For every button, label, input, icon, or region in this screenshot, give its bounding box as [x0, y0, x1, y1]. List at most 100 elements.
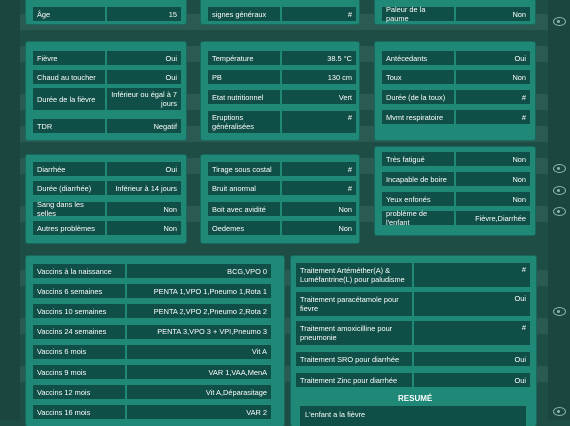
eye-icon[interactable] [553, 307, 566, 316]
field-value[interactable]: VAR 2 [127, 405, 271, 420]
field-value[interactable]: Inférieur ou égal à 7 jours [107, 88, 181, 110]
field-value[interactable]: Oui [414, 292, 530, 316]
field-value[interactable]: Negatif [107, 119, 181, 133]
field-label: Fièvre [33, 51, 105, 65]
field-label: Durée de la fièvre [33, 88, 105, 110]
field-row: Durée (de la toux) # [382, 90, 530, 104]
field-label: Eruptions généralisées [208, 111, 280, 133]
field-row: PB 130 cm [208, 70, 356, 84]
field-row: Diarrhée Oui [33, 162, 181, 176]
field-value[interactable]: Non [107, 202, 181, 216]
field-row: Antécedants Oui [382, 51, 530, 65]
field-row: Traitement paracétamole pour fievre Oui [296, 292, 530, 316]
field-row: Vaccins à la naissance BCG,VPO 0 [33, 264, 271, 278]
field-value[interactable]: Oui [414, 352, 530, 366]
field-value[interactable]: # [456, 90, 530, 104]
field-row: Très fatigué Non [382, 152, 530, 166]
right-sidebar [548, 0, 570, 420]
resume-title: RESUMÉ [398, 394, 433, 403]
field-value[interactable]: 15 [107, 7, 181, 21]
field-value[interactable]: # [282, 181, 356, 195]
field-value[interactable]: PENTA 2,VPO 2,Pneumo 2,Rota 2 [127, 304, 271, 319]
field-label: Incapable de boire [382, 172, 454, 186]
field-value[interactable]: PENTA 3,VPO 3 + VPI,Pneumo 3 [127, 324, 271, 339]
field-label: Mvmt respiratoire [382, 110, 454, 124]
field-label: Traitement Artéméther(A) & Luméfantrine(… [296, 263, 412, 287]
field-label: Vaccins 12 mois [33, 385, 125, 400]
field-row: Traitement amoxicilline pour pneumonie # [296, 321, 530, 345]
field-label: Vaccins 6 semaines [33, 284, 125, 299]
field-value[interactable]: Non [456, 70, 530, 84]
field-value[interactable]: PENTA 1,VPO 1,Pneumo 1,Rota 1 [127, 284, 271, 299]
resume-text: L'enfant a la fièvre [300, 406, 526, 426]
field-row: Température 38.5 °C [208, 51, 356, 65]
field-value[interactable]: Non [456, 152, 530, 166]
field-value[interactable]: Non [456, 7, 530, 21]
field-value[interactable]: Inférieur à 14 jours [107, 181, 181, 195]
field-row: Oedemes Non [208, 221, 356, 235]
field-row: Mvmt respiratoire # [382, 110, 530, 124]
field-value[interactable]: Oui [456, 51, 530, 65]
field-row: Vaccins 12 mois Vit A,Déparasitage [33, 385, 271, 400]
panel-vaccines [26, 256, 284, 426]
eye-icon[interactable] [553, 407, 566, 416]
field-label: Température [208, 51, 280, 65]
field-label: Diarrhée [33, 162, 105, 176]
field-label: Durée (de la toux) [382, 90, 454, 104]
field-row: TDR Negatif [33, 119, 181, 133]
field-label: Vaccins à la naissance [33, 264, 125, 278]
field-label: Sang dans les selles [33, 200, 105, 218]
field-value[interactable]: Non [456, 172, 530, 186]
field-value[interactable]: # [456, 110, 530, 124]
field-row: Eruptions généralisées # [208, 111, 356, 133]
field-label: Traitement Zinc pour diarrhée [296, 373, 412, 387]
field-label: Tirage sous costal [208, 162, 280, 176]
field-value[interactable]: 130 cm [282, 70, 356, 84]
field-label: Très fatigué [382, 152, 454, 166]
eye-icon[interactable] [553, 207, 566, 216]
field-row: Vaccins 9 mois VAR 1,VAA,MenA [33, 365, 271, 379]
field-value[interactable]: Vit A [127, 344, 271, 359]
eye-icon[interactable] [553, 186, 566, 195]
field-row: Incapable de boire Non [382, 172, 530, 186]
field-value[interactable]: # [414, 263, 530, 287]
field-value[interactable]: BCG,VPO 0 [127, 264, 271, 278]
field-value[interactable]: Oui [414, 373, 530, 387]
field-row: Vaccins 6 semaines PENTA 1,VPO 1,Pneumo 1… [33, 284, 271, 299]
field-row: signes généraux # [208, 7, 356, 21]
eye-icon[interactable] [553, 17, 566, 26]
field-value[interactable]: VAR 1,VAA,MenA [127, 365, 271, 379]
field-value[interactable]: # [282, 111, 356, 133]
field-row: Boit avec avidité Non [208, 202, 356, 216]
field-value[interactable]: Oui [107, 162, 181, 176]
field-row: Vaccins 6 mois Vit A [33, 344, 271, 359]
field-value[interactable]: Non [107, 221, 181, 235]
field-row: Bruit anormal # [208, 181, 356, 195]
field-value[interactable]: Non [282, 202, 356, 216]
field-value[interactable]: # [282, 7, 356, 21]
field-label: Vaccins 24 semaines [33, 324, 125, 339]
field-label: Vaccins 6 mois [33, 344, 125, 359]
field-row: Durée de la fièvre Inférieur ou égal à 7 … [33, 88, 181, 110]
field-row: Durée (diarrhée) Inférieur à 14 jours [33, 181, 181, 195]
field-label: Traitement SRO pour diarrhée [296, 352, 412, 366]
field-value[interactable]: Vit A,Déparasitage [127, 385, 271, 400]
field-label: problème de l'enfant [382, 209, 454, 227]
field-value[interactable]: Non [282, 221, 356, 235]
field-value[interactable]: # [282, 162, 356, 176]
field-value[interactable]: Oui [107, 51, 181, 65]
field-row: Vaccins 16 mois VAR 2 [33, 405, 271, 420]
field-value[interactable]: Oui [107, 70, 181, 84]
field-label: Etat nutritionnel [208, 90, 280, 104]
field-label: Yeux enfonés [382, 192, 454, 206]
field-row: Vaccins 10 semaines PENTA 2,VPO 2,Pneumo … [33, 304, 271, 319]
field-row: problème de l'enfant Fièvre,Diarrhée [382, 209, 530, 227]
field-value[interactable]: Vert [282, 90, 356, 104]
field-row: Traitement SRO pour diarrhée Oui [296, 352, 530, 366]
field-value[interactable]: Fièvre,Diarrhée [456, 211, 530, 225]
field-value[interactable]: 38.5 °C [282, 51, 356, 65]
field-value[interactable]: Non [456, 192, 530, 206]
eye-icon[interactable] [553, 164, 566, 173]
field-value[interactable]: # [414, 321, 530, 345]
field-row: Tirage sous costal # [208, 162, 356, 176]
